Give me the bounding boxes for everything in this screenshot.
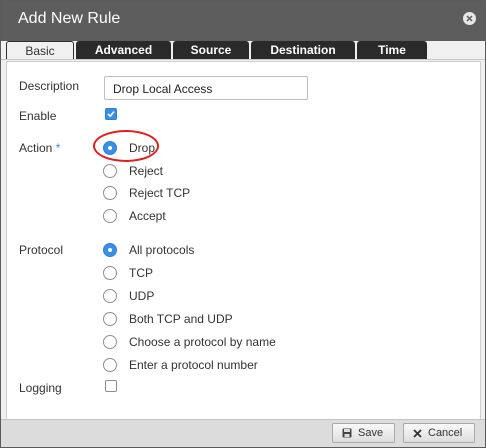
radio-button[interactable] [103, 266, 117, 280]
radio-button[interactable] [103, 312, 117, 326]
radio-label: UDP [129, 289, 155, 303]
protocol-option-both[interactable]: Both TCP and UDP [103, 310, 233, 328]
action-option-reject-tcp[interactable]: Reject TCP [103, 184, 190, 202]
cancel-label: Cancel [428, 427, 463, 439]
action-option-accept[interactable]: Accept [103, 207, 166, 225]
description-field[interactable]: Drop Local Access [104, 76, 308, 100]
radio-button[interactable] [103, 358, 117, 372]
radio-button[interactable] [103, 164, 117, 178]
radio-button[interactable] [103, 335, 117, 349]
tab-destination[interactable]: Destination [251, 41, 355, 59]
radio-button[interactable] [103, 209, 117, 223]
action-option-reject[interactable]: Reject [103, 162, 163, 180]
basic-panel: Description Drop Local Access Enable Act… [6, 61, 481, 420]
protocol-option-number[interactable]: Enter a protocol number [103, 356, 258, 374]
enable-checkbox[interactable] [105, 108, 117, 120]
protocol-option-by-name[interactable]: Choose a protocol by name [103, 333, 276, 351]
dialog-footer: Save Cancel [1, 419, 485, 447]
red-highlight-circle [93, 130, 159, 162]
radio-label: All protocols [129, 243, 195, 257]
save-button[interactable]: Save [332, 423, 395, 443]
logging-checkbox[interactable] [105, 380, 117, 392]
radio-label: TCP [129, 266, 153, 280]
x-icon [413, 428, 422, 438]
save-label: Save [358, 427, 384, 439]
radio-label: Choose a protocol by name [129, 335, 276, 349]
radio-label: Reject TCP [129, 186, 191, 200]
add-rule-dialog: Add New Rule Basic Advanced Source Desti… [0, 0, 486, 448]
floppy-disk-icon [342, 428, 352, 438]
dialog-titlebar: Add New Rule [1, 1, 485, 41]
dialog-title: Add New Rule [18, 10, 121, 27]
radio-button[interactable] [103, 186, 117, 200]
logging-label: Logging [19, 381, 62, 395]
action-label-text: Action [19, 141, 53, 155]
radio-label: Both TCP and UDP [129, 312, 233, 326]
enable-label: Enable [19, 109, 57, 123]
cancel-button[interactable]: Cancel [403, 423, 475, 443]
radio-button[interactable] [103, 289, 117, 303]
tab-divider [1, 59, 485, 60]
protocol-label: Protocol [19, 243, 64, 257]
radio-label: Accept [129, 209, 166, 223]
radio-label: Enter a protocol number [129, 358, 258, 372]
required-marker: * [55, 141, 61, 155]
radio-button[interactable] [103, 243, 117, 257]
action-label: Action * [19, 141, 60, 155]
tab-basic[interactable]: Basic [6, 41, 74, 59]
protocol-option-tcp[interactable]: TCP [103, 264, 153, 282]
tab-time[interactable]: Time [357, 41, 427, 59]
radio-label: Reject [129, 164, 164, 178]
tab-source[interactable]: Source [173, 41, 249, 59]
description-label: Description [19, 79, 80, 93]
close-icon[interactable] [463, 12, 476, 25]
protocol-option-udp[interactable]: UDP [103, 287, 154, 305]
tab-advanced[interactable]: Advanced [76, 41, 171, 59]
tab-bar: Basic Advanced Source Destination Time [6, 41, 427, 59]
protocol-option-all[interactable]: All protocols [103, 241, 194, 259]
